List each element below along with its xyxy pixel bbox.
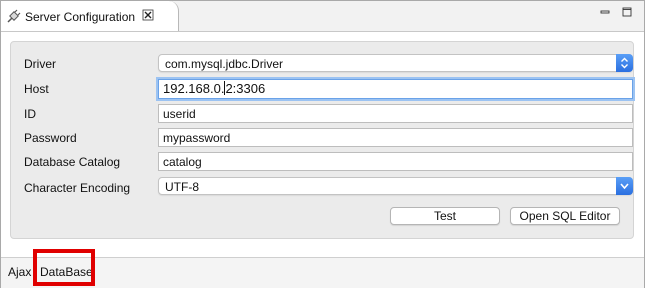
id-label: ID	[24, 107, 36, 121]
tab-title: Server Configuration	[25, 10, 136, 24]
minimize-icon[interactable]	[599, 6, 611, 18]
test-button[interactable]: Test	[390, 207, 500, 225]
configuration-panel: Driver com.mysql.jdbc.Driver Host 192.16…	[10, 41, 634, 239]
tab-bar: Server Configuration	[1, 1, 644, 31]
database-catalog-value: catalog	[163, 155, 202, 169]
annotation-highlight-box	[33, 249, 95, 286]
tab-ajax[interactable]: Ajax	[8, 265, 31, 279]
plug-connector-icon	[7, 9, 21, 23]
select-stepper-icon	[616, 54, 633, 72]
driver-select[interactable]: com.mysql.jdbc.Driver	[158, 54, 633, 72]
close-icon[interactable]	[142, 9, 154, 21]
driver-label: Driver	[24, 57, 56, 71]
password-input[interactable]: mypassword	[158, 128, 633, 147]
database-catalog-input[interactable]: catalog	[158, 152, 633, 171]
password-label: Password	[24, 131, 77, 145]
maximize-icon[interactable]	[621, 6, 633, 18]
character-encoding-label: Character Encoding	[24, 181, 131, 195]
select-arrow-icon	[616, 177, 633, 195]
host-label: Host	[24, 82, 49, 96]
character-encoding-select[interactable]: UTF-8	[158, 177, 633, 195]
id-input[interactable]: userid	[158, 104, 633, 123]
chevron-down-icon	[620, 183, 629, 190]
configuration-content: Driver com.mysql.jdbc.Driver Host 192.16…	[1, 31, 644, 257]
bottom-tab-bar: Ajax DataBase	[1, 257, 644, 288]
database-catalog-label: Database Catalog	[24, 155, 121, 169]
driver-select-value: com.mysql.jdbc.Driver	[165, 57, 284, 71]
editor-window: Server Configuration Driver com.mysql.jd…	[0, 0, 645, 288]
host-input-value: 192.168.0.2:3306	[163, 81, 266, 96]
id-input-value: userid	[163, 107, 196, 121]
chevron-up-down-icon	[621, 57, 628, 69]
character-encoding-value: UTF-8	[165, 180, 199, 194]
host-input[interactable]: 192.168.0.2:3306	[158, 79, 633, 99]
open-sql-editor-button[interactable]: Open SQL Editor	[510, 207, 620, 225]
tab-server-configuration[interactable]: Server Configuration	[1, 1, 179, 31]
password-input-value: mypassword	[163, 131, 231, 145]
